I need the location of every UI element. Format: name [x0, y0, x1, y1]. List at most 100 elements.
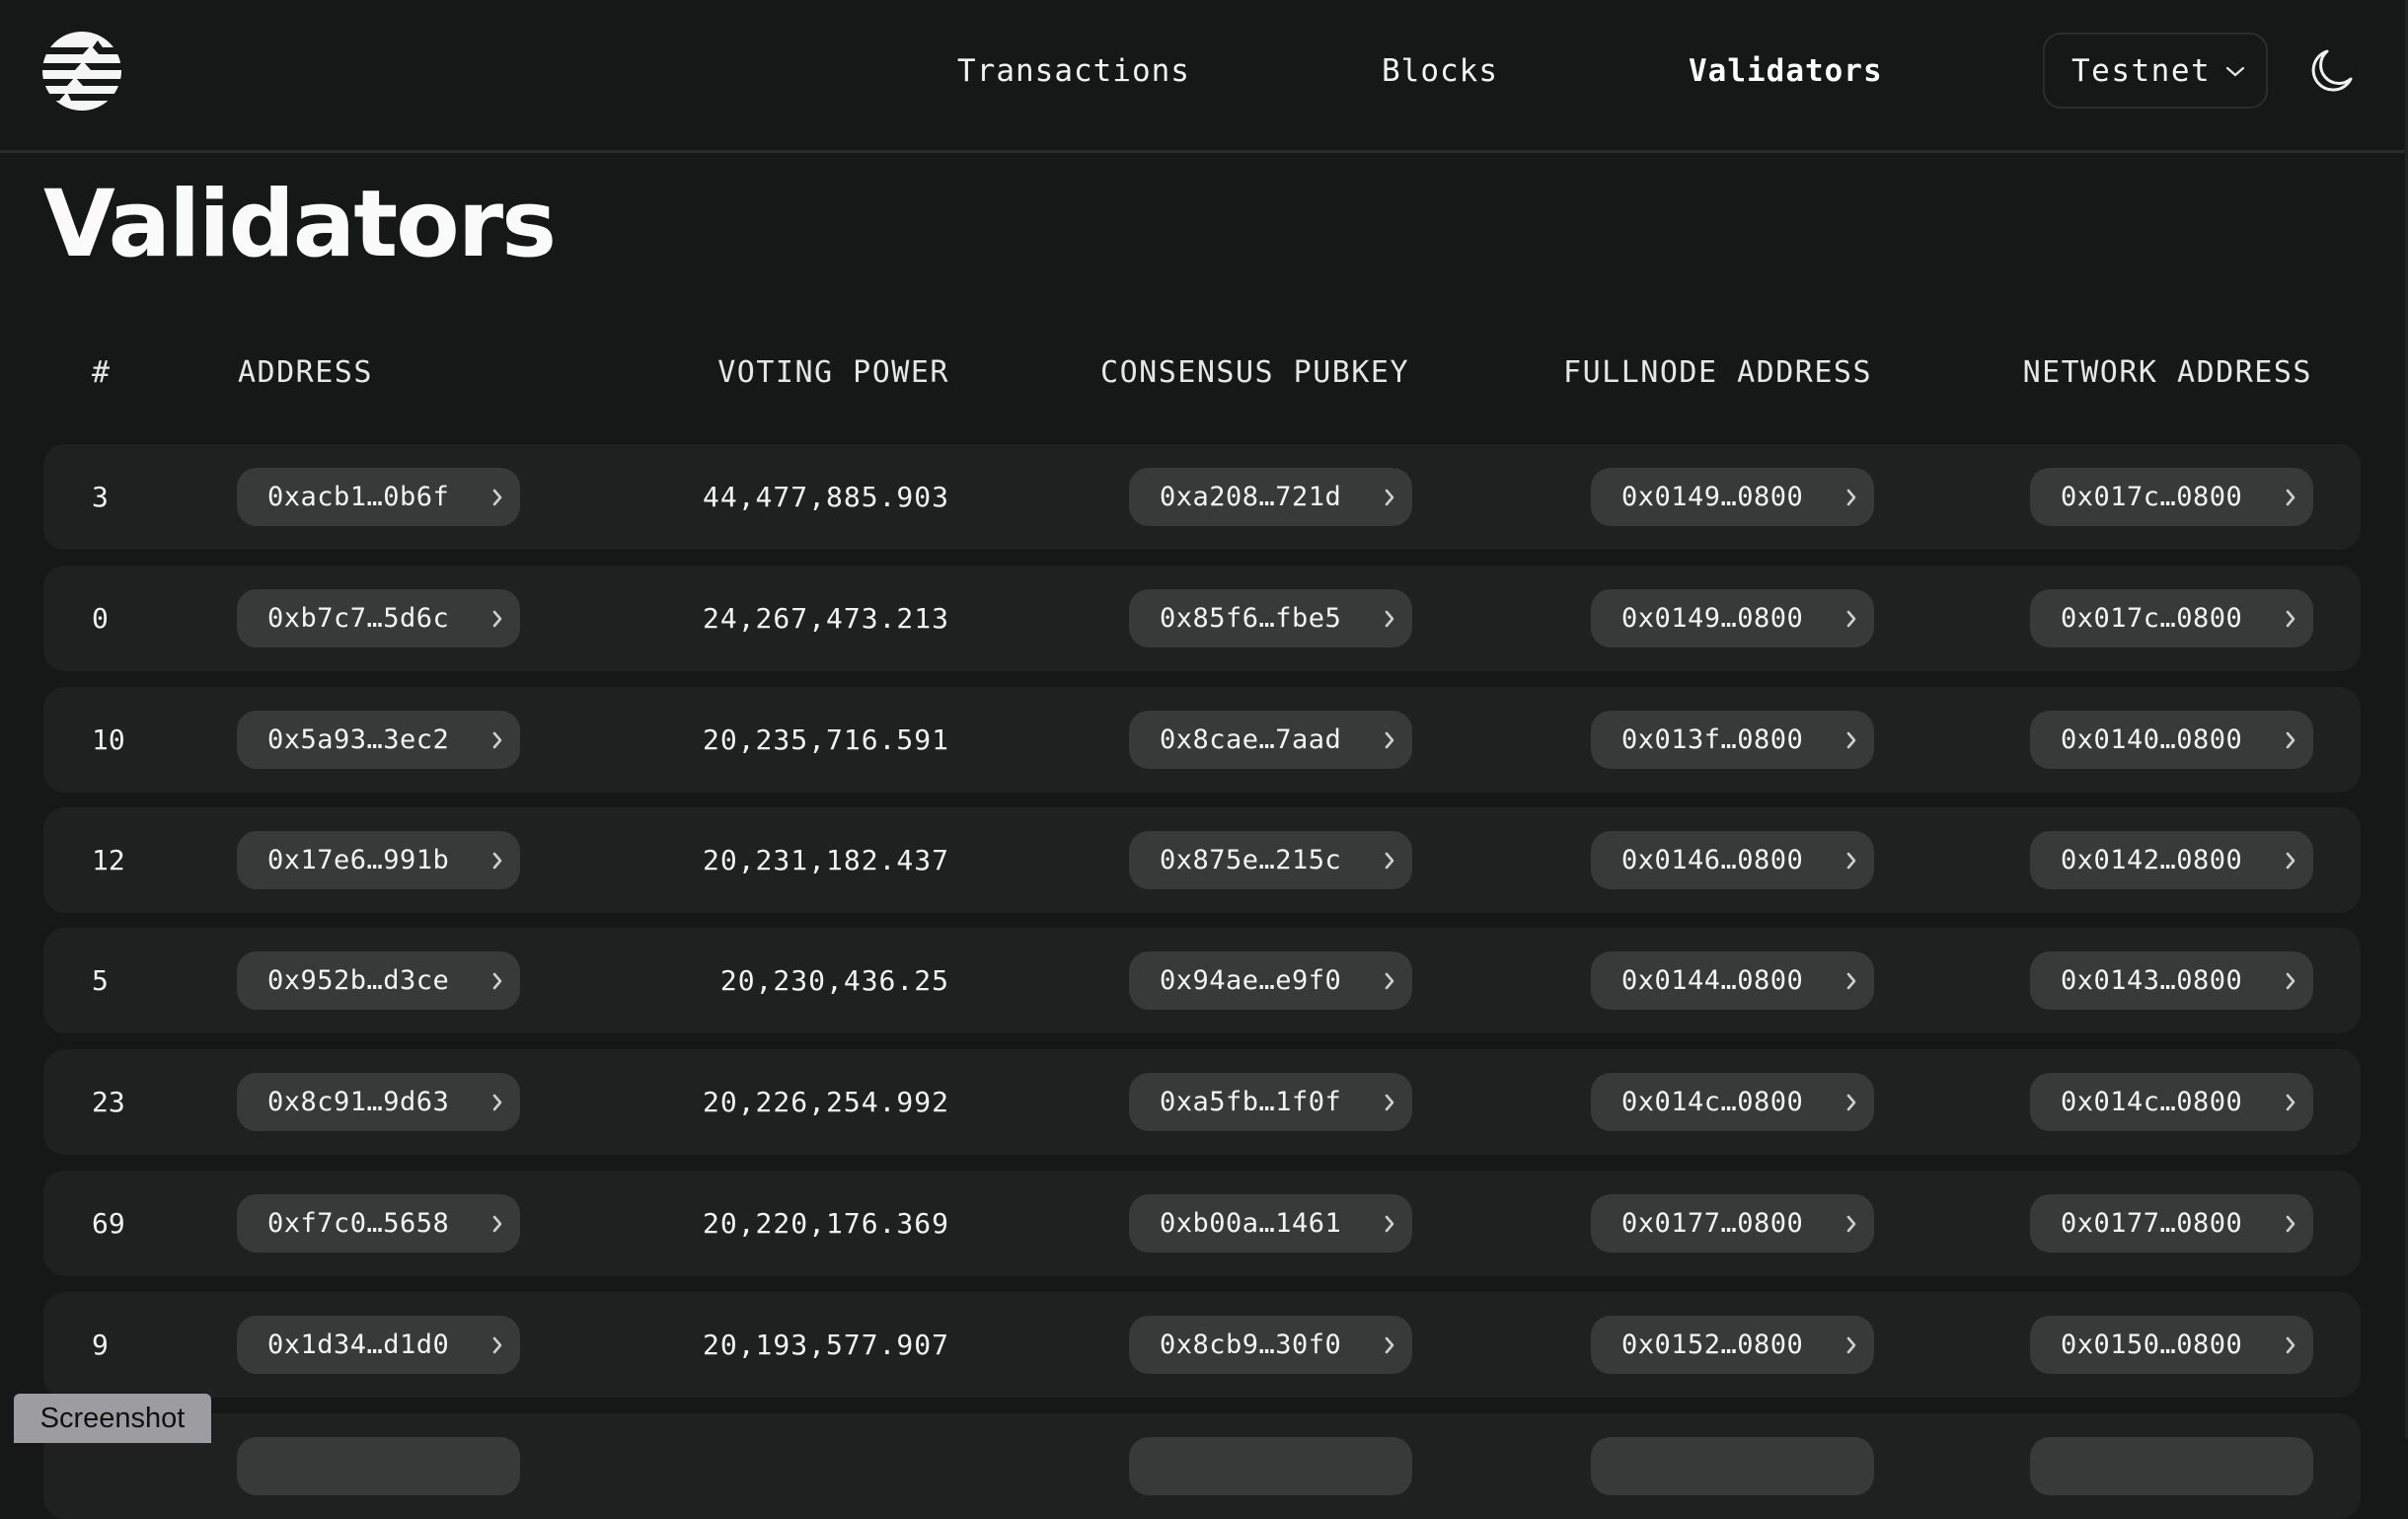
address-chip[interactable]: 0x8c91…9d63 — [237, 1073, 520, 1131]
network-address-chip-text: 0x0177…0800 — [2061, 1208, 2243, 1239]
table-row: 9 20,193,577.907 0x1d34…d1d0 0x8cb9…30f0 0x0… — [43, 1292, 2361, 1398]
fullnode-address-chip[interactable]: 0x0152…0800 — [1591, 1316, 1874, 1374]
chevron-right-icon — [1385, 489, 1394, 506]
voting-power: 20,231,182.437 — [702, 844, 949, 876]
fullnode-address-chip[interactable]: 0x0177…0800 — [1591, 1194, 1874, 1253]
network-selector-label: Testnet — [2071, 52, 2212, 89]
address-chip-text: 0x952b…d3ce — [267, 965, 450, 996]
chip-partial[interactable] — [1591, 1437, 1874, 1495]
fullnode-address-chip-text: 0x0152…0800 — [1621, 1329, 1804, 1360]
network-address-chip-text: 0x017c…0800 — [2061, 603, 2243, 634]
consensus-pubkey-chip-text: 0x85f6…fbe5 — [1160, 603, 1342, 634]
chip-partial[interactable] — [2030, 1437, 2313, 1495]
nav-transactions[interactable]: Transactions — [957, 49, 1190, 93]
address-chip[interactable]: 0x1d34…d1d0 — [237, 1316, 520, 1374]
fullnode-address-chip[interactable]: 0x014c…0800 — [1591, 1073, 1874, 1131]
column-header-voting-power[interactable]: VOTING POWER — [717, 351, 949, 395]
column-header-fullnode-address: FULLNODE ADDRESS — [1563, 355, 1872, 390]
network-address-chip-text: 0x0140…0800 — [2061, 724, 2243, 755]
fullnode-address-chip[interactable]: 0x0149…0800 — [1591, 468, 1874, 526]
consensus-pubkey-chip[interactable]: 0x85f6…fbe5 — [1129, 589, 1412, 647]
network-selector[interactable]: Testnet — [2043, 33, 2268, 109]
fullnode-address-chip[interactable]: 0x013f…0800 — [1591, 711, 1874, 769]
moon-icon[interactable] — [2305, 43, 2359, 97]
address-chip[interactable]: 0x952b…d3ce — [237, 951, 520, 1010]
consensus-pubkey-chip[interactable]: 0xa208…721d — [1129, 468, 1412, 526]
network-address-chip[interactable]: 0x0142…0800 — [2030, 831, 2313, 889]
chevron-right-icon — [1846, 731, 1856, 749]
address-chip-text: 0xf7c0…5658 — [267, 1208, 450, 1239]
network-address-chip[interactable]: 0x0143…0800 — [2030, 951, 2313, 1010]
network-address-chip-text: 0x014c…0800 — [2061, 1087, 2243, 1117]
validator-index: 10 — [92, 723, 125, 756]
address-chip-text: 0x17e6…991b — [267, 845, 450, 875]
network-address-chip-text: 0x0143…0800 — [2061, 965, 2243, 996]
fullnode-address-chip-text: 0x014c…0800 — [1621, 1087, 1804, 1117]
consensus-pubkey-chip-text: 0x8cae…7aad — [1160, 724, 1342, 755]
chevron-right-icon — [492, 852, 502, 870]
chevron-right-icon — [2286, 972, 2295, 990]
chevron-right-icon — [1385, 1215, 1394, 1233]
consensus-pubkey-chip[interactable]: 0x8cb9…30f0 — [1129, 1316, 1412, 1374]
chevron-right-icon — [1385, 1336, 1394, 1354]
address-chip[interactable]: 0x5a93…3ec2 — [237, 711, 520, 769]
chevron-right-icon — [1846, 852, 1856, 870]
consensus-pubkey-chip[interactable]: 0x94ae…e9f0 — [1129, 951, 1412, 1010]
fullnode-address-chip-text: 0x0149…0800 — [1621, 603, 1804, 634]
validator-index: 12 — [92, 844, 125, 876]
fullnode-address-chip[interactable]: 0x0149…0800 — [1591, 589, 1874, 647]
consensus-pubkey-chip-text: 0x875e…215c — [1160, 845, 1342, 875]
network-address-chip[interactable]: 0x0177…0800 — [2030, 1194, 2313, 1253]
network-address-chip[interactable]: 0x017c…0800 — [2030, 468, 2313, 526]
table-row: 23 20,226,254.992 0x8c91…9d63 0xa5fb…1f0f 0x… — [43, 1049, 2361, 1155]
nav-blocks[interactable]: Blocks — [1382, 49, 1498, 93]
fullnode-address-chip[interactable]: 0x0144…0800 — [1591, 951, 1874, 1010]
fullnode-address-chip-text: 0x013f…0800 — [1621, 724, 1804, 755]
voting-power: 20,235,716.591 — [702, 723, 949, 756]
voting-power: 20,226,254.992 — [702, 1086, 949, 1118]
table-row: 12 20,231,182.437 0x17e6…991b 0x875e…215c 0x… — [43, 807, 2361, 913]
aptos-logo-icon[interactable] — [41, 31, 122, 112]
network-address-chip[interactable]: 0x014c…0800 — [2030, 1073, 2313, 1131]
chevron-right-icon — [492, 489, 502, 506]
chevron-right-icon — [1846, 972, 1856, 990]
chevron-right-icon — [492, 1215, 502, 1233]
validator-index: 69 — [92, 1207, 125, 1240]
column-header-consensus-pubkey: CONSENSUS PUBKEY — [1100, 355, 1409, 390]
network-address-chip[interactable]: 0x017c…0800 — [2030, 589, 2313, 647]
address-chip[interactable]: 0xb7c7…5d6c — [237, 589, 520, 647]
chevron-right-icon — [2286, 852, 2295, 870]
fullnode-address-chip-text: 0x0146…0800 — [1621, 845, 1804, 875]
chevron-right-icon — [1846, 610, 1856, 628]
screenshot-tab[interactable]: Screenshot — [14, 1394, 211, 1443]
address-chip[interactable]: 0xacb1…0b6f — [237, 468, 520, 526]
address-chip-text: 0x8c91…9d63 — [267, 1087, 450, 1117]
chevron-right-icon — [492, 731, 502, 749]
table-row: 5 20,230,436.25 0x952b…d3ce 0x94ae…e9f0 0x01… — [43, 928, 2361, 1033]
nav-validators[interactable]: Validators — [1689, 49, 1883, 93]
network-address-chip[interactable]: 0x0140…0800 — [2030, 711, 2313, 769]
consensus-pubkey-chip-text: 0x8cb9…30f0 — [1160, 1329, 1342, 1360]
chevron-right-icon — [1385, 972, 1394, 990]
fullnode-address-chip[interactable]: 0x0146…0800 — [1591, 831, 1874, 889]
chip-partial[interactable] — [237, 1437, 520, 1495]
voting-power: 20,193,577.907 — [702, 1329, 949, 1361]
address-chip-text: 0xb7c7…5d6c — [267, 603, 450, 634]
address-chip[interactable]: 0xf7c0…5658 — [237, 1194, 520, 1253]
consensus-pubkey-chip-text: 0xa5fb…1f0f — [1160, 1087, 1342, 1117]
chevron-right-icon — [2286, 1094, 2295, 1111]
validator-index: 3 — [92, 481, 109, 513]
consensus-pubkey-chip[interactable]: 0xb00a…1461 — [1129, 1194, 1412, 1253]
chip-partial[interactable] — [1129, 1437, 1412, 1495]
address-chip[interactable]: 0x17e6…991b — [237, 831, 520, 889]
consensus-pubkey-chip[interactable]: 0x8cae…7aad — [1129, 711, 1412, 769]
voting-power: 20,220,176.369 — [702, 1207, 949, 1240]
network-address-chip-text: 0x017c…0800 — [2061, 482, 2243, 512]
consensus-pubkey-chip[interactable]: 0xa5fb…1f0f — [1129, 1073, 1412, 1131]
consensus-pubkey-chip[interactable]: 0x875e…215c — [1129, 831, 1412, 889]
chevron-right-icon — [1846, 489, 1856, 506]
chevron-right-icon — [1846, 1094, 1856, 1111]
table-row: 3 44,477,885.903 0xacb1…0b6f 0xa208…721d 0x0… — [43, 444, 2361, 550]
network-address-chip[interactable]: 0x0150…0800 — [2030, 1316, 2313, 1374]
table-row: 10 20,235,716.591 0x5a93…3ec2 0x8cae…7aad 0x… — [43, 687, 2361, 793]
